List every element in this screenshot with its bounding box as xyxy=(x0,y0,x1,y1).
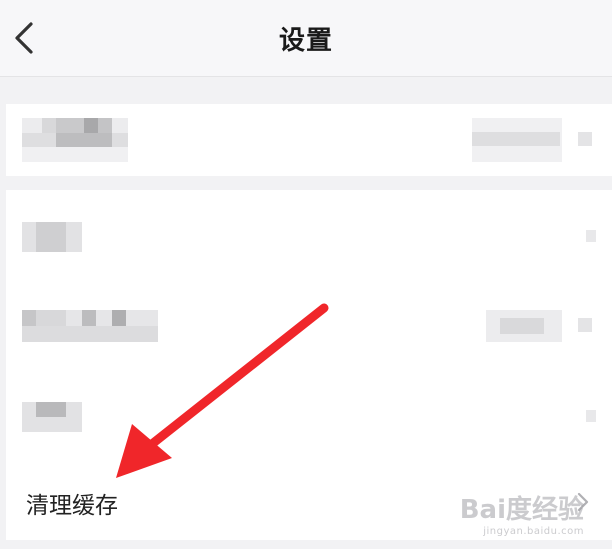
settings-row-blurred-1[interactable] xyxy=(6,104,612,176)
watermark-url: jingyan.baidu.com xyxy=(483,526,584,537)
settings-card-general: 清理缓存 xyxy=(6,190,612,540)
baidu-watermark: Bai度经验 jingyan.baidu.com xyxy=(460,489,584,537)
settings-row-blurred-3[interactable] xyxy=(6,282,612,372)
settings-row-blurred-4[interactable] xyxy=(6,372,612,458)
nav-header: 设置 xyxy=(0,0,612,77)
watermark-brand: Bai度经验 xyxy=(459,495,584,525)
clear-cache-label: 清理缓存 xyxy=(26,493,118,519)
settings-card-account xyxy=(6,104,612,176)
settings-row-blurred-2[interactable] xyxy=(6,190,612,282)
page-title: 设置 xyxy=(278,26,333,56)
